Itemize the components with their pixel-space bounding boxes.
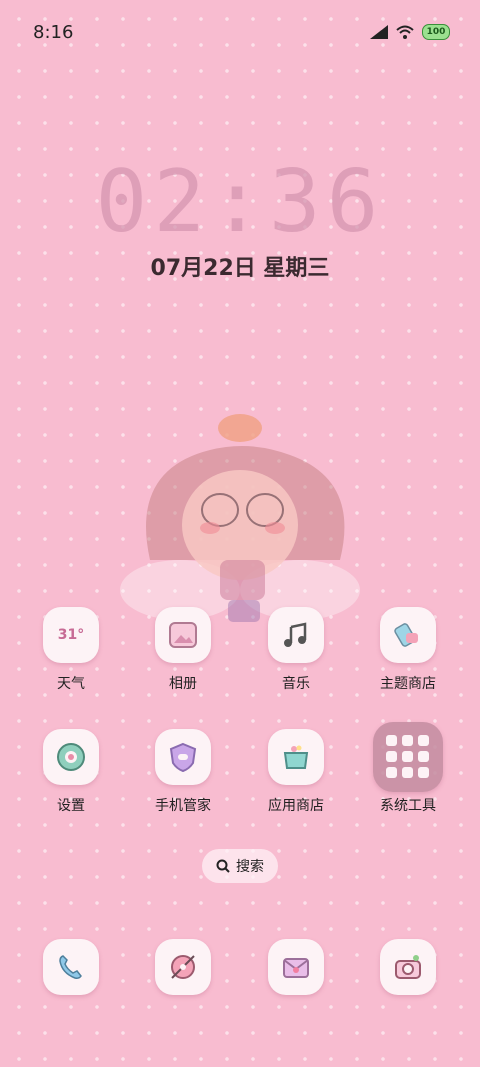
battery-icon: 100: [422, 24, 450, 40]
wallpaper-illustration: [120, 414, 360, 622]
lockscreen-clock: 02:36: [95, 152, 385, 252]
app-app-store[interactable]: 应用商店: [246, 729, 346, 815]
app-label: 设置: [57, 798, 85, 814]
dock-messages[interactable]: [246, 939, 346, 995]
gallery-icon: [155, 607, 211, 663]
search-button[interactable]: 搜索: [202, 849, 278, 883]
folder-system-tools[interactable]: 系统工具: [358, 722, 458, 815]
weather-icon: 31°: [43, 607, 99, 663]
app-label: 主题商店: [380, 676, 436, 692]
dock-phone[interactable]: [21, 939, 121, 995]
status-bar: 8:16 100: [0, 0, 480, 66]
lockscreen-date: 07月22日 星期三: [150, 256, 330, 281]
status-time: 8:16: [33, 22, 74, 43]
search-label: 搜索: [236, 859, 264, 875]
app-label: 天气: [57, 676, 85, 692]
system-tools-folder-icon: [373, 722, 443, 792]
theme-store-icon: [380, 607, 436, 663]
app-label: 音乐: [282, 676, 310, 692]
messages-icon: [268, 939, 324, 995]
music-icon: [268, 607, 324, 663]
app-label: 手机管家: [155, 798, 211, 814]
settings-icon: [43, 729, 99, 785]
app-weather[interactable]: 31° 天气: [21, 607, 121, 693]
weather-temperature: 31°: [57, 627, 85, 643]
app-settings[interactable]: 设置: [21, 729, 121, 815]
app-label: 系统工具: [380, 798, 436, 814]
dock-camera[interactable]: [358, 939, 458, 995]
wifi-icon: [396, 25, 414, 39]
app-gallery[interactable]: 相册: [133, 607, 233, 693]
app-phone-manager[interactable]: 手机管家: [133, 729, 233, 815]
cellular-signal-icon: [370, 25, 388, 39]
phone-icon: [43, 939, 99, 995]
phone-manager-icon: [155, 729, 211, 785]
camera-icon: [380, 939, 436, 995]
search-icon: [216, 859, 230, 873]
dock-browser[interactable]: [133, 939, 233, 995]
app-label: 应用商店: [268, 798, 324, 814]
app-music[interactable]: 音乐: [246, 607, 346, 693]
app-store-icon: [268, 729, 324, 785]
app-theme-store[interactable]: 主题商店: [358, 607, 458, 693]
browser-icon: [155, 939, 211, 995]
app-label: 相册: [169, 676, 197, 692]
status-icons: 100: [370, 24, 450, 40]
